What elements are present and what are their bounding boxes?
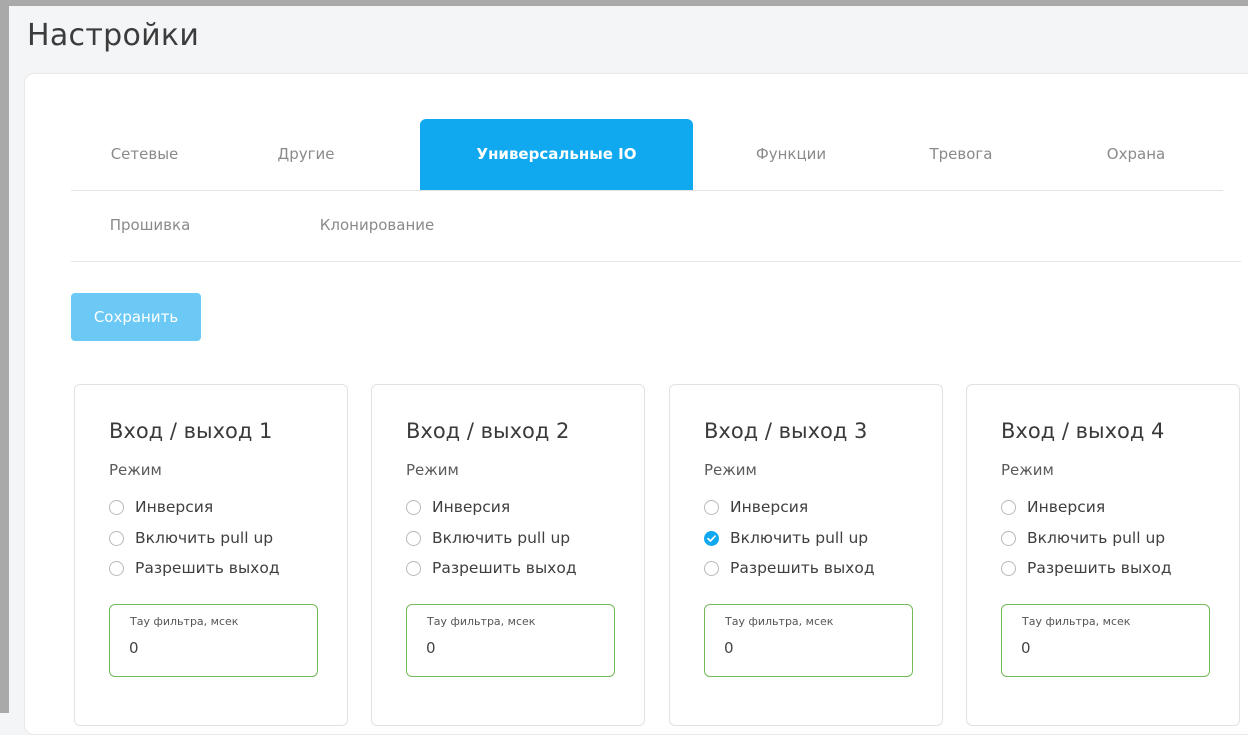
checkmark-icon: [704, 530, 719, 546]
inversion-label: Инверсия: [135, 498, 214, 516]
tab-bar-primary: Сетевые Другие Универсальные IO Функции …: [71, 119, 1223, 191]
page-title: Настройки: [27, 18, 200, 53]
filter-tau-input[interactable]: [724, 635, 894, 661]
inversion-label: Инверсия: [432, 498, 511, 516]
pullup-label: Включить pull up: [135, 529, 274, 547]
mode-label: Режим: [109, 461, 162, 479]
pullup-label: Включить pull up: [432, 529, 571, 547]
filter-tau-label: Тау фильтра, мсек: [427, 615, 536, 628]
unchecked-box-icon: [406, 530, 421, 546]
unchecked-box-icon: [1001, 560, 1016, 576]
inversion-checkbox[interactable]: Инверсия: [704, 496, 808, 518]
unchecked-box-icon: [1001, 499, 1016, 515]
filter-tau-label: Тау фильтра, мсек: [130, 615, 239, 628]
tab-cloning[interactable]: Клонирование: [307, 190, 447, 261]
save-button[interactable]: Сохранить: [71, 293, 201, 341]
filter-tau-label: Тау фильтра, мсек: [1022, 615, 1131, 628]
inversion-label: Инверсия: [1027, 498, 1106, 516]
window-top-border: [0, 0, 1248, 6]
filter-tau-label: Тау фильтра, мсек: [725, 615, 834, 628]
output-enable-checkbox[interactable]: Разрешить выход: [704, 557, 875, 579]
mode-label: Режим: [406, 461, 459, 479]
output-enable-label: Разрешить выход: [135, 559, 280, 577]
filter-tau-input[interactable]: [1021, 635, 1191, 661]
inversion-checkbox[interactable]: Инверсия: [1001, 496, 1105, 518]
pullup-checkbox[interactable]: Включить pull up: [1001, 527, 1165, 549]
unchecked-box-icon: [109, 530, 124, 546]
unchecked-box-icon: [1001, 530, 1016, 546]
io-card-1: Вход / выход 1 Режим Инверсия Включить p…: [74, 384, 348, 726]
inversion-checkbox[interactable]: Инверсия: [406, 496, 510, 518]
tab-security[interactable]: Охрана: [1071, 119, 1201, 190]
output-enable-checkbox[interactable]: Разрешить выход: [406, 557, 577, 579]
inversion-label: Инверсия: [730, 498, 809, 516]
io-card-title: Вход / выход 2: [406, 419, 570, 443]
unchecked-box-icon: [704, 499, 719, 515]
filter-tau-input[interactable]: [426, 635, 596, 661]
mode-label: Режим: [1001, 461, 1054, 479]
filter-tau-field: Тау фильтра, мсек: [704, 604, 913, 677]
io-card-title: Вход / выход 3: [704, 419, 868, 443]
tab-universal-io[interactable]: Универсальные IO: [420, 119, 693, 190]
filter-tau-input[interactable]: [129, 635, 299, 661]
output-enable-checkbox[interactable]: Разрешить выход: [109, 557, 280, 579]
tab-bar-secondary: Прошивка Клонирование: [71, 190, 1241, 262]
io-card-title: Вход / выход 4: [1001, 419, 1165, 443]
window-left-border: [0, 0, 9, 713]
filter-tau-field: Тау фильтра, мсек: [1001, 604, 1210, 677]
pullup-checkbox[interactable]: Включить pull up: [704, 527, 868, 549]
mode-label: Режим: [704, 461, 757, 479]
tab-firmware[interactable]: Прошивка: [71, 190, 229, 261]
tab-functions[interactable]: Функции: [721, 119, 861, 190]
unchecked-box-icon: [109, 499, 124, 515]
output-enable-label: Разрешить выход: [432, 559, 577, 577]
pullup-checkbox[interactable]: Включить pull up: [406, 527, 570, 549]
pullup-checkbox[interactable]: Включить pull up: [109, 527, 273, 549]
output-enable-label: Разрешить выход: [1027, 559, 1172, 577]
inversion-checkbox[interactable]: Инверсия: [109, 496, 213, 518]
io-card-title: Вход / выход 1: [109, 419, 273, 443]
tab-network[interactable]: Сетевые: [71, 119, 218, 190]
unchecked-box-icon: [109, 560, 124, 576]
tab-alarm[interactable]: Тревога: [891, 119, 1031, 190]
unchecked-box-icon: [704, 560, 719, 576]
unchecked-box-icon: [406, 499, 421, 515]
io-card-4: Вход / выход 4 Режим Инверсия Включить p…: [966, 384, 1240, 726]
tab-other[interactable]: Другие: [256, 119, 356, 190]
pullup-label: Включить pull up: [1027, 529, 1166, 547]
io-card-2: Вход / выход 2 Режим Инверсия Включить p…: [371, 384, 645, 726]
filter-tau-field: Тау фильтра, мсек: [406, 604, 615, 677]
output-enable-label: Разрешить выход: [730, 559, 875, 577]
pullup-label: Включить pull up: [730, 529, 869, 547]
unchecked-box-icon: [406, 560, 421, 576]
filter-tau-field: Тау фильтра, мсек: [109, 604, 318, 677]
io-card-3: Вход / выход 3 Режим Инверсия Включить p…: [669, 384, 943, 726]
output-enable-checkbox[interactable]: Разрешить выход: [1001, 557, 1172, 579]
